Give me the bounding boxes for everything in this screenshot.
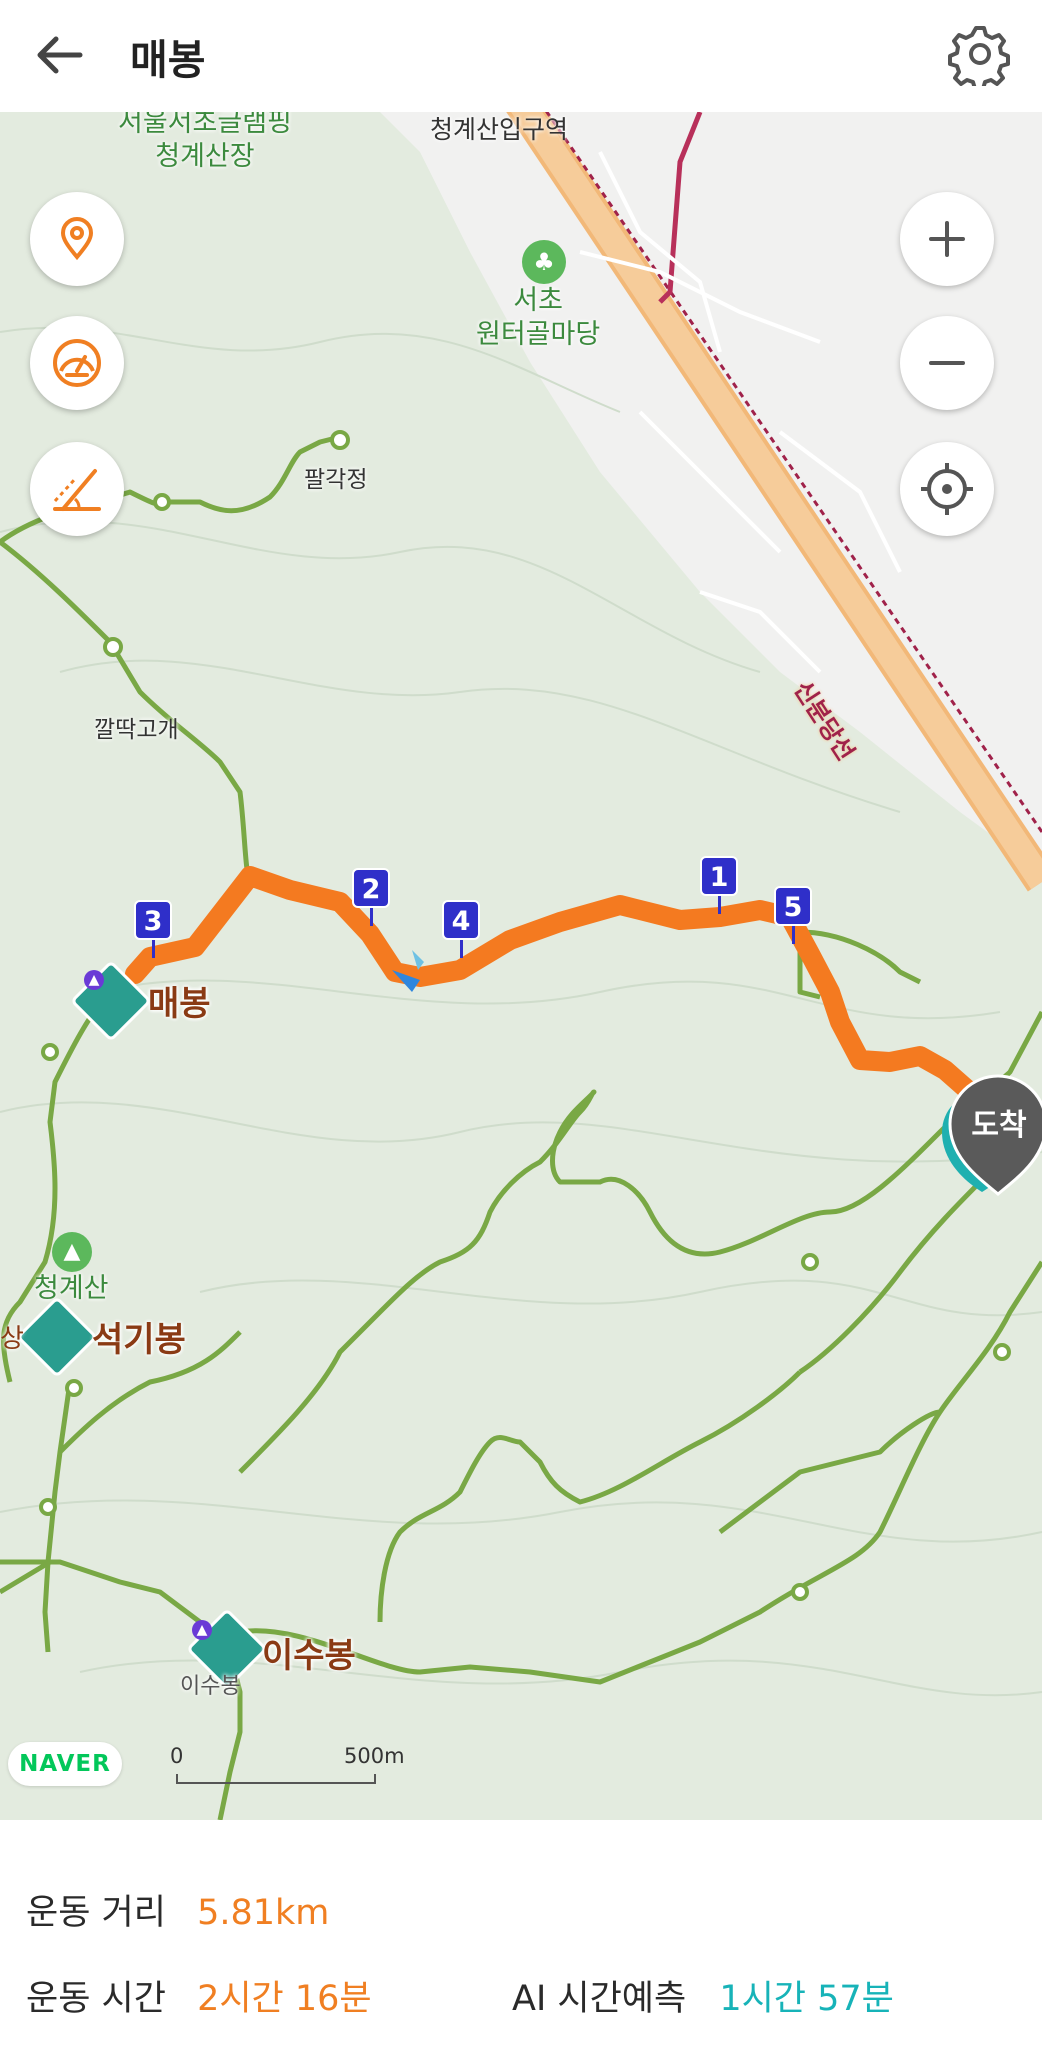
crosshair-icon — [921, 463, 973, 515]
time-value: 2시간 16분 — [197, 1979, 372, 2019]
distance-row: 운동 거리 5.81km — [26, 1884, 329, 1935]
top-bar: 매봉 — [0, 0, 1042, 112]
map-scale-bar: 0 500m — [170, 1744, 405, 1788]
arrival-pin-label: 도착 — [971, 1108, 1027, 1143]
route-marker-stem — [460, 940, 463, 958]
time-label: 운동 시간 — [26, 1979, 166, 2019]
scale-start-label: 0 — [170, 1744, 184, 1768]
route-marker-5[interactable]: 5 — [774, 886, 814, 944]
route-marker-stem — [792, 926, 795, 944]
route-marker-3[interactable]: 3 — [134, 900, 174, 958]
page-title: 매봉 — [130, 36, 206, 84]
ai-value: 1시간 57분 — [719, 1979, 894, 2019]
back-button[interactable] — [30, 26, 92, 84]
distance-label: 운동 거리 — [26, 1893, 166, 1933]
summit-badge-icon: ▲ — [192, 1620, 212, 1640]
elevation-button[interactable] — [30, 442, 124, 536]
location-pin-icon — [60, 217, 94, 261]
map-label-campsite: 서울서초글램핑 청계산장 — [118, 112, 292, 172]
location-pin-button[interactable] — [30, 192, 124, 286]
speedometer-button[interactable] — [30, 316, 124, 410]
map-label-maebong: 매봉 — [148, 984, 211, 1024]
minus-icon — [929, 361, 965, 365]
ai-prediction-row: AI 시간예측 1시간 57분 — [512, 1970, 894, 2021]
arrival-pin[interactable]: 도착 — [940, 1072, 1042, 1202]
route-marker-4[interactable]: 4 — [442, 900, 482, 958]
map-label-seokgibong: 석기봉 — [92, 1320, 186, 1360]
plus-icon — [929, 221, 965, 257]
route-marker-1[interactable]: 1 — [700, 856, 740, 914]
zoom-in-button[interactable] — [900, 192, 994, 286]
scale-end-label: 500m — [344, 1744, 405, 1768]
naver-logo: NAVER — [8, 1742, 122, 1786]
route-marker-2[interactable]: 2 — [352, 868, 392, 926]
summit-badge-icon: ▲ — [84, 970, 104, 990]
map-base — [0, 112, 1042, 1820]
route-marker-label: 4 — [442, 900, 480, 940]
map-label-garden: 서초 원터골마당 — [476, 285, 601, 350]
route-marker-stem — [152, 940, 155, 958]
map-label-isubong: 이수봉 — [262, 1636, 356, 1676]
map-label-edge-partial: 상 — [0, 1324, 24, 1354]
ai-label: AI 시간예측 — [512, 1979, 687, 2019]
map-label-station: 청계산입구역 — [430, 115, 569, 144]
map-label-kkalttak: 깔딱고개 — [94, 717, 179, 743]
settings-button[interactable] — [948, 22, 1012, 91]
speedometer-icon — [53, 339, 101, 387]
route-marker-label: 3 — [134, 900, 172, 940]
map-label-palgakjeong: 팔각정 — [304, 467, 368, 493]
arrow-left-icon — [37, 36, 83, 74]
route-marker-stem — [718, 896, 721, 914]
scale-bar-line — [176, 1774, 376, 1784]
map-label-isubong-small: 이수봉 — [180, 1674, 241, 1699]
distance-value: 5.81km — [197, 1893, 330, 1933]
route-marker-label: 1 — [700, 856, 738, 896]
map-view[interactable]: 서울서초글램핑 청계산장 청계산입구역 ♣ 서초 원터골마당 팔각정 깔딱고개 … — [0, 112, 1042, 1820]
park-icon: ♣ — [522, 240, 566, 284]
route-marker-label: 5 — [774, 886, 812, 926]
my-location-button[interactable] — [900, 442, 994, 536]
elevation-slope-icon — [53, 469, 101, 511]
time-row: 운동 시간 2시간 16분 — [26, 1970, 372, 2021]
route-marker-label: 2 — [352, 868, 390, 908]
route-marker-stem — [370, 908, 373, 926]
zoom-out-button[interactable] — [900, 316, 994, 410]
map-label-cheonggyesan: 청계산 — [34, 1273, 109, 1304]
mountain-icon: ▲ — [52, 1232, 92, 1272]
gear-icon — [948, 26, 1010, 91]
stats-panel: 운동 거리 5.81km 운동 시간 2시간 16분 AI 시간예측 1시간 5… — [0, 1820, 1042, 2058]
